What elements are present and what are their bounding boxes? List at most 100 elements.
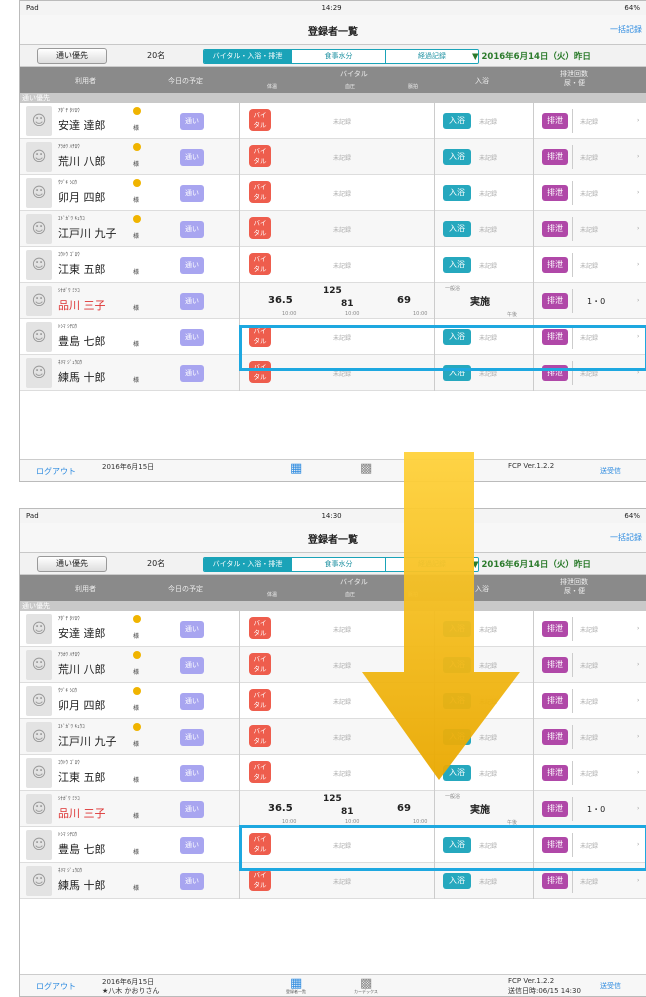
vital-button[interactable]: バイ タル — [249, 253, 271, 275]
chevron-right-icon[interactable]: › — [637, 625, 639, 632]
vital-button[interactable]: バイ タル — [249, 361, 271, 383]
chevron-right-icon[interactable]: › — [637, 189, 639, 196]
bp-high[interactable]: 125 — [323, 794, 342, 804]
logout-button[interactable]: ログアウト — [36, 466, 76, 477]
excretion-button[interactable]: 排泄 — [542, 621, 568, 637]
vital-button[interactable]: バイ タル — [249, 325, 271, 347]
excretion-count[interactable]: 1・0 — [587, 804, 605, 815]
excretion-button[interactable]: 排泄 — [542, 657, 568, 673]
excretion-count[interactable]: 1・0 — [587, 296, 605, 307]
bath-button[interactable]: 入浴 — [443, 149, 471, 165]
excretion-button[interactable]: 排泄 — [542, 729, 568, 745]
table-row[interactable]: ☺ｱﾗｶﾜ ﾊﾁﾛｳ荒川 八郎様通いバイタル未記録入浴未記録未記録排泄› — [20, 647, 646, 683]
bath-button[interactable]: 入浴 — [443, 873, 471, 889]
excretion-button[interactable]: 排泄 — [542, 293, 568, 309]
chevron-right-icon[interactable]: › — [637, 117, 639, 124]
vital-button[interactable]: バイ タル — [249, 725, 271, 747]
excretion-button[interactable]: 排泄 — [542, 257, 568, 273]
visit-badge: 通い — [180, 693, 204, 710]
bath-button[interactable]: 入浴 — [443, 365, 471, 381]
chevron-right-icon[interactable]: › — [637, 297, 639, 304]
chevron-right-icon[interactable]: › — [637, 769, 639, 776]
chevron-right-icon[interactable]: › — [637, 877, 639, 884]
chevron-right-icon[interactable]: › — [637, 733, 639, 740]
vital-button[interactable]: バイ タル — [249, 217, 271, 239]
tab-vital[interactable]: バイタル・入浴・排泄 — [204, 50, 292, 63]
table-row[interactable]: ☺ｳﾂﾞｷ ｼﾛｳ卯月 四郎様通いバイタル未記録入浴未記録未記録排泄› — [20, 175, 646, 211]
excretion-button[interactable]: 排泄 — [542, 221, 568, 237]
chevron-right-icon[interactable]: › — [637, 261, 639, 268]
tab-progress[interactable]: 経過記録 — [386, 50, 478, 63]
bp-low[interactable]: 81 — [341, 299, 354, 309]
priority-button[interactable]: 通い優先 — [37, 48, 107, 64]
bath-status[interactable]: 実施 — [470, 293, 490, 308]
pulse[interactable]: 69 — [397, 295, 411, 306]
visit-badge: 通い — [180, 657, 204, 674]
bath-status[interactable]: 実施 — [470, 801, 490, 816]
excretion-button[interactable]: 排泄 — [542, 113, 568, 129]
vital-button[interactable]: バイ タル — [249, 689, 271, 711]
vital-button[interactable]: バイ タル — [249, 761, 271, 783]
chevron-right-icon[interactable]: › — [637, 697, 639, 704]
excretion-button[interactable]: 排泄 — [542, 185, 568, 201]
table-row[interactable]: ☺ｴﾄﾞｶﾞﾜ ｷｭｳｺ江戸川 九子様通いバイタル未記録入浴未記録未記録排泄› — [20, 211, 646, 247]
sync-button[interactable]: 送受信 — [600, 466, 621, 476]
bath-button[interactable]: 入浴 — [443, 221, 471, 237]
table-row[interactable]: ☺ ﾈﾘﾏ ｼﾞｭｳﾛｳ 練馬 十郎 様 通い バイ タル 未記録 入浴 未記録 未記録 排泄 › — [20, 863, 646, 899]
excretion-button[interactable]: 排泄 — [542, 765, 568, 781]
temperature[interactable]: 36.5 — [268, 803, 293, 814]
chevron-right-icon[interactable]: › — [637, 661, 639, 668]
chevron-right-icon[interactable]: › — [637, 153, 639, 160]
vital-button[interactable]: バイ タル — [249, 181, 271, 203]
list-tab-icon[interactable]: ▦ — [290, 461, 302, 476]
bath-time: 午後 — [507, 820, 518, 826]
excretion-button[interactable]: 排泄 — [542, 149, 568, 165]
table-row[interactable]: ☺ｱﾀﾞﾁ ﾀﾂﾛｳ安達 達郎様通いバイタル未記録入浴未記録未記録排泄› — [20, 103, 646, 139]
bath-button[interactable]: 入浴 — [443, 329, 471, 345]
table-row[interactable]: ☺ ﾄｼﾏ ｼﾁﾛｳ 豊島 七郎 様 通い バイ タル 未記録 入浴 未記録 未記録 排泄 › — [20, 827, 646, 863]
vital-button[interactable]: バイ タル — [249, 869, 271, 891]
excretion-button[interactable]: 排泄 — [542, 329, 568, 345]
bp-low[interactable]: 81 — [341, 807, 354, 817]
table-row[interactable]: ☺ｱﾀﾞﾁ ﾀﾂﾛｳ安達 達郎様通いバイタル未記録入浴未記録未記録排泄› — [20, 611, 646, 647]
table-row[interactable]: ☺ ｺｳﾄｳ ｺﾞﾛｳ 江東 五郎様通い バイ タル 未記録 入浴 未記録 未記録 排泄 › — [20, 755, 646, 791]
table-row[interactable]: ☺ｴﾄﾞｶﾞﾜ ｷｭｳｺ江戸川 九子様通いバイタル未記録入浴未記録未記録排泄› — [20, 719, 646, 755]
table-row[interactable]: ☺ ｺｳﾄｳ ｺﾞﾛｳ 江東 五郎様通い バイ タル 未記録 入浴 未記録 未記録 排泄 › — [20, 247, 646, 283]
table-row[interactable]: ☺ ﾄｼﾏ ｼﾁﾛｳ 豊島 七郎 様 通い バイ タル 未記録 入浴 未記録 未記録 排泄 › — [20, 319, 646, 355]
excretion-button[interactable]: 排泄 — [542, 801, 568, 817]
vital-button[interactable]: バイ タル — [249, 833, 271, 855]
bulk-record-link[interactable]: 一括記録 — [610, 532, 642, 543]
chevron-right-icon[interactable]: › — [637, 369, 639, 376]
chevron-right-icon[interactable]: › — [637, 805, 639, 812]
tab-meal[interactable]: 食事水分 — [292, 50, 386, 63]
table-row[interactable]: ☺ ｼﾅｶﾞﾜ ﾐﾂｺ 品川 三子様通い 36.5 125 81 69 10:00 10:00 1… — [20, 791, 646, 827]
table-row[interactable]: ☺ ｼﾅｶﾞﾜ ﾐﾂｺ 品川 三子様通い 36.5 125 81 69 10:00 10:00 1… — [20, 283, 646, 319]
excretion-button[interactable]: 排泄 — [542, 873, 568, 889]
vital-button[interactable]: バイ タル — [249, 617, 271, 639]
bath-button[interactable]: 入浴 — [443, 837, 471, 853]
tab-vital[interactable]: バイタル・入浴・排泄 — [204, 558, 292, 571]
bp-high[interactable]: 125 — [323, 286, 342, 296]
bulk-record-link[interactable]: 一括記録 — [610, 24, 642, 35]
vital-button[interactable]: バイ タル — [249, 145, 271, 167]
pulse[interactable]: 69 — [397, 803, 411, 814]
chevron-right-icon[interactable]: › — [637, 225, 639, 232]
vital-button[interactable]: バイ タル — [249, 653, 271, 675]
bath-button[interactable]: 入浴 — [443, 257, 471, 273]
table-row[interactable]: ☺ｱﾗｶﾜ ﾊﾁﾛｳ荒川 八郎様通いバイタル未記録入浴未記録未記録排泄› — [20, 139, 646, 175]
chevron-right-icon[interactable]: › — [637, 841, 639, 848]
excretion-button[interactable]: 排泄 — [542, 837, 568, 853]
excretion-button[interactable]: 排泄 — [542, 693, 568, 709]
temperature[interactable]: 36.5 — [268, 295, 293, 306]
bath-button[interactable]: 入浴 — [443, 113, 471, 129]
date-selector[interactable]: ▼ 2016年6月14日（火）昨日 — [472, 50, 591, 62]
table-row[interactable]: ☺ ﾈﾘﾏ ｼﾞｭｳﾛｳ 練馬 十郎 様 通い バイ タル 未記録 入浴 未記録 未記録 排泄 › — [20, 355, 646, 391]
priority-button[interactable]: 通い優先 — [37, 556, 107, 572]
sync-button[interactable]: 送受信 — [600, 981, 621, 991]
bath-button[interactable]: 入浴 — [443, 185, 471, 201]
chevron-right-icon[interactable]: › — [637, 333, 639, 340]
excretion-button[interactable]: 排泄 — [542, 365, 568, 381]
vital-button[interactable]: バイ タル — [249, 109, 271, 131]
table-row[interactable]: ☺ｳﾂﾞｷ ｼﾛｳ卯月 四郎様通いバイタル未記録入浴未記録未記録排泄› — [20, 683, 646, 719]
logout-button[interactable]: ログアウト — [36, 981, 76, 992]
